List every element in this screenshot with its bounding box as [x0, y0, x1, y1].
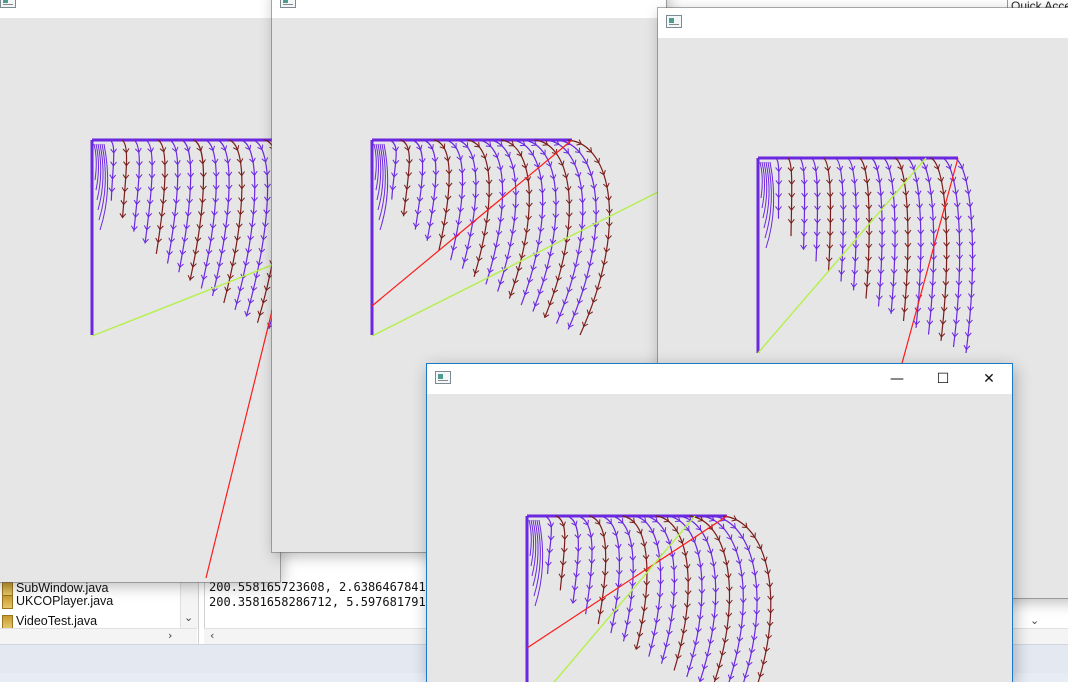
field-curve: [478, 139, 504, 285]
field-curve: [667, 515, 703, 678]
field-curve: [566, 515, 579, 604]
field-curve: [234, 139, 256, 311]
field-curve: [834, 157, 844, 282]
field-curve: [400, 139, 410, 217]
field-curve: [166, 139, 179, 264]
explorer-horizontal-scrollbar[interactable]: ›: [0, 628, 197, 645]
vector-field-plot: [525, 514, 775, 682]
field-curve: [894, 157, 909, 322]
file-name: VideoTest.java: [16, 614, 98, 628]
field-curve: [467, 139, 490, 277]
explorer-vertical-scrollbar[interactable]: ⌄: [180, 578, 198, 628]
console-line: 200.558165723608, 2.63864678414: [209, 580, 433, 594]
java-file-icon: [2, 614, 13, 629]
plot-window-4[interactable]: — ☐ ✕: [427, 364, 1012, 682]
field-curve: [133, 139, 140, 232]
green-line: [553, 515, 696, 682]
field-curve: [411, 139, 424, 230]
file-item-ukcoplayer[interactable]: UKCOPlayer.java: [0, 591, 113, 611]
field-edge-curve: [93, 143, 97, 181]
maximize-button[interactable]: ☐: [920, 364, 966, 394]
java-file-icon: [2, 594, 13, 609]
app-window-icon: [666, 15, 682, 28]
window-titlebar[interactable]: [0, 0, 280, 18]
plot-window-1[interactable]: [0, 0, 280, 582]
minimize-button[interactable]: —: [874, 364, 920, 394]
field-curve: [245, 139, 269, 317]
file-name: UKCOPlayer.java: [16, 594, 114, 608]
field-curve: [689, 515, 730, 682]
field-curve: [822, 157, 832, 272]
field-curve: [433, 139, 450, 252]
scroll-down-icon[interactable]: ⌄: [1030, 615, 1039, 627]
scroll-left-icon[interactable]: ‹: [210, 630, 214, 642]
red-line: [526, 515, 728, 649]
app-window-icon: [435, 371, 451, 384]
field-curve: [723, 515, 772, 682]
close-button[interactable]: ✕: [966, 364, 1012, 394]
green-line: [371, 187, 666, 337]
field-curve: [858, 157, 870, 299]
app-window-icon: [0, 0, 16, 8]
field-edge-curve: [528, 519, 532, 557]
field-curve: [388, 139, 397, 200]
window-titlebar[interactable]: [272, 0, 666, 18]
scroll-right-icon[interactable]: ›: [168, 630, 172, 642]
app-window-icon: [280, 0, 296, 8]
vector-field-plot: [90, 138, 280, 579]
console-line: 200.3581658286712, 5.5976817911: [209, 595, 433, 609]
field-curve: [644, 515, 675, 664]
field-curve: [555, 515, 566, 591]
window-titlebar[interactable]: — ☐ ✕: [427, 364, 1012, 394]
field-edge-curve: [373, 143, 377, 181]
window-titlebar[interactable]: [658, 8, 1068, 38]
field-curve: [678, 515, 717, 682]
field-curve: [155, 139, 166, 254]
scroll-down-icon[interactable]: ⌄: [184, 612, 193, 624]
field-curve: [711, 515, 758, 682]
field-edge-curve: [759, 161, 763, 199]
